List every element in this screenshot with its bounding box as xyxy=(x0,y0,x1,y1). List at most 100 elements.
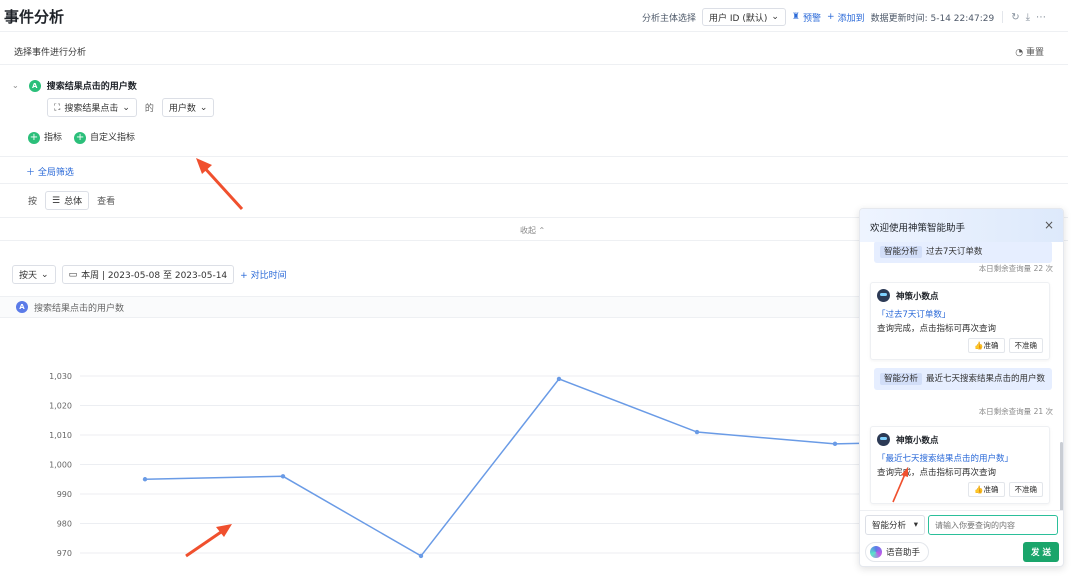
line-chart: 1,030 1,020 1,010 1,000 990 980 970 xyxy=(49,372,870,559)
subject-select[interactable]: 用户 ID (默认) ⌄ xyxy=(702,8,786,26)
data-point[interactable] xyxy=(418,553,424,559)
divider xyxy=(1002,11,1004,23)
thumbs-up-icon: 👍 xyxy=(974,341,984,350)
query-input[interactable] xyxy=(928,515,1058,535)
bell-icon: ♜ xyxy=(791,12,800,22)
alert-label: 预警 xyxy=(803,13,822,24)
y-tick-label: 1,010 xyxy=(49,431,72,440)
plus-icon: + xyxy=(74,132,87,144)
annotation-arrow xyxy=(196,158,244,211)
reset-button[interactable]: ◔ 重置 xyxy=(1015,45,1044,58)
event-selectors: ⛶ 搜索结果点击 ⌄ 的 用户数 ⌄ xyxy=(47,98,215,117)
data-point[interactable] xyxy=(832,441,838,447)
alert-button[interactable]: ♜ 预警 xyxy=(792,11,821,24)
add-custom-metric-label: 自定义指标 xyxy=(90,133,136,143)
inaccurate-button[interactable]: 不准确 xyxy=(1008,338,1043,353)
group-by-select[interactable]: ☰ 总体 xyxy=(45,191,90,210)
scan-icon: ⛶ xyxy=(54,102,61,113)
event-badge: A xyxy=(28,79,41,92)
plus-icon: + xyxy=(28,132,40,144)
scrollbar[interactable] xyxy=(1060,442,1063,510)
ai-panel-title: 欢迎使用神策智能助手 xyxy=(870,223,966,234)
clock-icon: ◔ xyxy=(1015,48,1026,58)
subject-label: 分析主体选择 xyxy=(642,13,697,24)
list-icon: ☰ xyxy=(52,195,61,206)
collapse-label: 收起 xyxy=(520,226,536,235)
answer-text: 查询完成，点击指标可再次查询 xyxy=(877,324,997,334)
compare-time-button[interactable]: + 对比时间 xyxy=(240,268,286,281)
question-bubble: 智能分析 过去7天订单数 xyxy=(874,242,1052,263)
global-filter-button[interactable]: ＋ 全局筛选 xyxy=(26,165,74,178)
add-to-label: 添加到 xyxy=(837,13,865,24)
inaccurate-button[interactable]: 不准确 xyxy=(1008,482,1043,497)
question-bubble: 智能分析 最近七天搜索结果点击的用户数 xyxy=(874,368,1052,390)
y-tick-label: 990 xyxy=(57,490,72,499)
top-bar: 事件分析 分析主体选择 用户 ID (默认) ⌄ ♜ 预警 + 添加到 数据更新时间:… xyxy=(0,0,1068,32)
bot-name: 神策小数点 xyxy=(896,435,939,446)
thumbs-up-button[interactable]: 👍准确 xyxy=(968,338,1005,353)
send-button[interactable]: 发 送 xyxy=(1023,542,1059,562)
voice-assistant-button[interactable]: 语音助手 xyxy=(865,542,930,562)
data-point[interactable] xyxy=(280,474,286,479)
metric-select-value: 用户数 xyxy=(168,104,196,114)
question-text: 过去7天订单数 xyxy=(926,247,983,257)
metric-select[interactable]: 用户数 ⌄ xyxy=(161,98,215,117)
caret-down-icon: ▾ xyxy=(913,520,918,530)
voice-label: 语音助手 xyxy=(886,548,921,558)
collapse-button[interactable]: 收起 ⌃ xyxy=(520,225,545,236)
more-icon[interactable]: ⋯ xyxy=(1036,12,1046,23)
data-point[interactable] xyxy=(694,429,700,435)
chart-controls: 按天 ⌄ ▭ 本周 | 2023-05-08 至 2023-05-14 + 对比时间 xyxy=(12,265,287,284)
robot-icon xyxy=(877,289,890,302)
legend-label[interactable]: 搜索结果点击的用户数 xyxy=(34,301,124,314)
date-range-picker[interactable]: ▭ 本周 | 2023-05-08 至 2023-05-14 xyxy=(61,265,235,284)
close-icon[interactable]: × xyxy=(1044,218,1054,232)
plus-icon: + xyxy=(827,12,835,22)
data-point[interactable] xyxy=(556,376,562,382)
question-text: 最近七天搜索结果点击的用户数 xyxy=(926,374,1046,384)
event-select[interactable]: ⛶ 搜索结果点击 ⌄ xyxy=(47,98,137,117)
mode-select-value: 智能分析 xyxy=(872,521,907,531)
thumbs-up-button[interactable]: 👍准确 xyxy=(968,482,1005,497)
update-time: 数据更新时间: 5-14 22:47:29 xyxy=(870,13,995,24)
toolbar: 分析主体选择 用户 ID (默认) ⌄ ♜ 预警 + 添加到 数据更新时间: 5-14… xyxy=(642,8,1046,26)
chevron-down-icon[interactable]: ⌄ xyxy=(12,81,19,90)
bot-name-row: 神策小数点 xyxy=(877,289,1043,302)
global-filter-label: 全局筛选 xyxy=(37,168,74,178)
ai-panel-header: 欢迎使用神策智能助手 × xyxy=(860,209,1063,242)
answer-link[interactable]: 「过去7天订单数」 xyxy=(877,308,1043,320)
section-header xyxy=(0,32,1068,65)
subject-select-value: 用户 ID (默认) xyxy=(709,13,768,24)
y-tick-label: 980 xyxy=(57,520,72,529)
ai-assistant-panel: 欢迎使用神策智能助手 × 智能分析 过去7天订单数 本日剩余查询量 22 次 神策… xyxy=(859,208,1064,567)
event-name[interactable]: 搜索结果点击的用户数 xyxy=(47,79,137,92)
annotation-arrow xyxy=(185,524,232,558)
answer-link[interactable]: 「最近七天搜索结果点击的用户数」 xyxy=(877,452,1043,464)
group-by-row: 按 ☰ 总体 查看 xyxy=(28,191,115,210)
event-row: ⌄ A 搜索结果点击的用户数 xyxy=(12,79,137,92)
add-metric-button[interactable]: + 指标 xyxy=(28,130,62,144)
mode-select[interactable]: 智能分析 ▾ xyxy=(865,515,925,535)
of-label: 的 xyxy=(144,104,154,114)
reset-label: 重置 xyxy=(1025,48,1044,58)
add-custom-metric-button[interactable]: + 自定义指标 xyxy=(74,130,135,144)
bot-name-row: 神策小数点 xyxy=(877,433,1043,446)
chevron-up-icon: ⌃ xyxy=(538,226,546,235)
thumbs-up-label: 准确 xyxy=(983,341,999,350)
download-icon[interactable]: ⤓ xyxy=(1026,12,1030,23)
add-to-button[interactable]: + 添加到 xyxy=(827,11,865,24)
chart-legend: A 搜索结果点击的用户数 xyxy=(0,296,860,318)
data-point[interactable] xyxy=(142,477,148,482)
bot-name: 神策小数点 xyxy=(896,291,939,302)
legend-badge: A xyxy=(16,301,28,313)
granularity-value: 按天 xyxy=(19,271,38,281)
date-range-value: 本周 | 2023-05-08 至 2023-05-14 xyxy=(81,271,228,281)
granularity-select[interactable]: 按天 ⌄ xyxy=(12,265,56,284)
group-by-prefix: 按 xyxy=(28,197,38,207)
group-by-value: 总体 xyxy=(64,197,83,207)
ai-input-area: 智能分析 ▾ 语音助手 发 送 xyxy=(860,510,1063,566)
chevron-down-icon: ⌄ xyxy=(199,102,208,113)
refresh-icon[interactable]: ↻ xyxy=(1011,12,1019,23)
add-metric-row: + 指标 + 自定义指标 xyxy=(28,130,135,144)
question-tag: 智能分析 xyxy=(880,373,923,385)
